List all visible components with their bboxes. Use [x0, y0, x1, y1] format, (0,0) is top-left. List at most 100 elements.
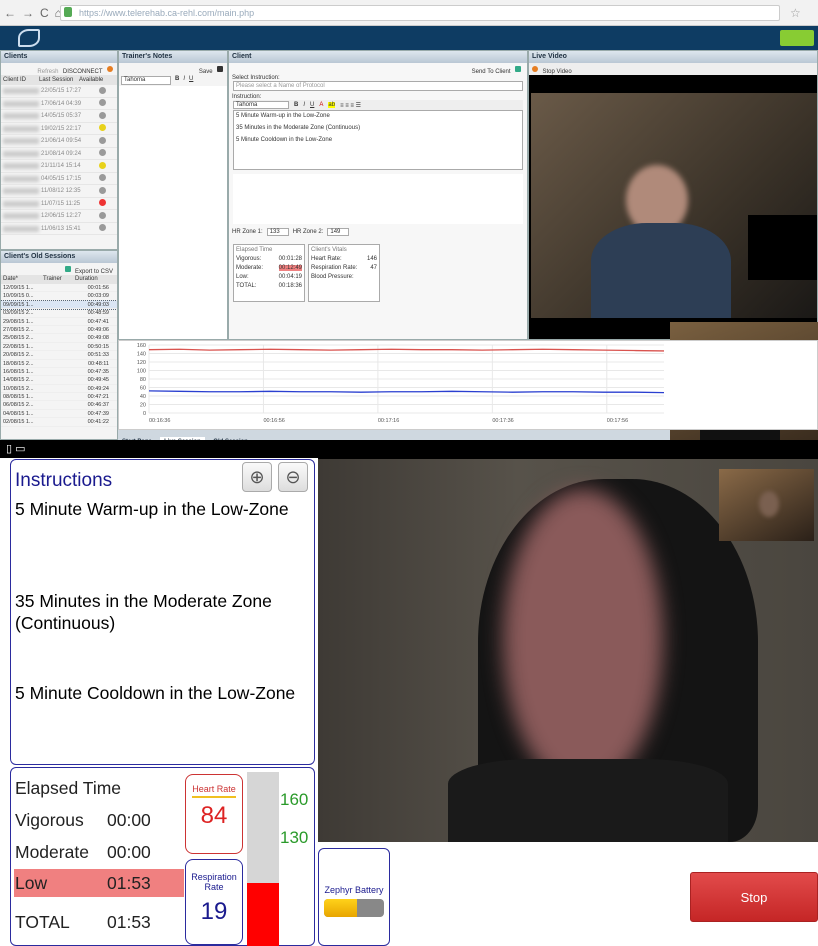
- send-to-client-button[interactable]: Send To Client: [472, 69, 511, 75]
- client-last-session: 14/05/15 05:37: [41, 113, 82, 119]
- battery-label: Zephyr Battery: [324, 885, 384, 895]
- align-icons[interactable]: ≡ ≡ ≡ ☰: [340, 102, 361, 109]
- session-row[interactable]: 20/08/15 2... 00:51:33: [1, 351, 117, 360]
- instruction-select[interactable]: Please select a Name of Protocol: [233, 81, 523, 91]
- bold-icon[interactable]: B: [294, 102, 298, 108]
- session-row[interactable]: 08/08/15 1... 00:47:21: [1, 393, 117, 402]
- layout-toggle-icon[interactable]: [780, 30, 814, 46]
- underline-icon[interactable]: U: [310, 102, 314, 108]
- client-row[interactable]: 04/05/15 17:15: [1, 173, 117, 185]
- bold-icon[interactable]: B: [175, 76, 179, 85]
- clients-table: 22/05/15 17:27 17/06/14 04:39 14/05/15 05:…: [1, 85, 117, 235]
- notes-editor[interactable]: [119, 86, 227, 326]
- save-notes-button[interactable]: Save: [199, 69, 213, 75]
- italic-icon[interactable]: I: [183, 76, 185, 85]
- session-trainer: [43, 284, 73, 291]
- column-header[interactable]: Date*: [1, 275, 41, 284]
- series-line-0: [148, 348, 665, 352]
- address-bar[interactable]: https://www.telerehab.ca-rehl.com/main.p…: [60, 5, 780, 21]
- font-color-icon[interactable]: A: [319, 102, 323, 108]
- column-header[interactable]: Available: [77, 75, 113, 85]
- client-row[interactable]: 11/06/13 15:41: [1, 223, 117, 235]
- highlight-icon[interactable]: ab: [328, 102, 336, 108]
- zoom-in-button[interactable]: ⊕: [242, 462, 272, 492]
- session-duration: 00:47:21: [87, 394, 109, 401]
- availability-icon: [98, 136, 106, 144]
- session-row[interactable]: 14/08/15 2... 00:49:45: [1, 376, 117, 385]
- session-row[interactable]: 29/08/15 1... 00:47:41: [1, 318, 117, 326]
- lock-icon: [64, 7, 72, 17]
- x-tick-label: 00:17:56: [607, 418, 628, 424]
- hr-value: 146: [366, 256, 377, 262]
- instruction-editor[interactable]: 5 Minute Warm-up in the Low-Zone 35 Minu…: [233, 110, 523, 170]
- window-strip: ▯ ▭: [0, 440, 818, 458]
- zoom-out-button[interactable]: ⊖: [278, 462, 308, 492]
- heart-rate-box: Heart Rate 84: [185, 774, 243, 854]
- client-row[interactable]: 21/11/14 15:14: [1, 160, 117, 173]
- availability-icon: [98, 186, 106, 194]
- vigorous-value: 00:00: [107, 810, 151, 830]
- client-id: [3, 225, 39, 232]
- client-row[interactable]: 21/08/14 09:24: [1, 148, 117, 160]
- instructions-panel: Instructions ⊕ ⊖ 5 Minute Warm-up in the…: [10, 459, 315, 765]
- session-date: 04/08/15 1...: [3, 410, 34, 417]
- client-row[interactable]: 22/05/15 17:27: [1, 85, 117, 98]
- moderate-value: 00:12:49: [278, 265, 302, 271]
- client-row[interactable]: 21/06/14 09:54: [1, 135, 117, 148]
- session-row[interactable]: 03/09/15 2... 00:48:59: [1, 309, 117, 318]
- session-row[interactable]: 02/08/15 1... 00:41:22: [1, 418, 117, 427]
- session-row[interactable]: 10/08/15 2... 00:49:24: [1, 385, 117, 394]
- star-icon[interactable]: ☆: [790, 6, 801, 20]
- client-row[interactable]: 11/08/12 12:35: [1, 185, 117, 198]
- client-id: [3, 88, 39, 94]
- client-row[interactable]: 17/06/14 04:39: [1, 98, 117, 110]
- stop-video-button[interactable]: Stop Video: [542, 69, 571, 75]
- session-duration: 00:49:08: [87, 335, 109, 342]
- session-row[interactable]: 18/08/15 2... 00:48:11: [1, 360, 117, 368]
- moderate-label: Moderate: [15, 842, 89, 862]
- session-row[interactable]: 04/08/15 1... 00:47:39: [1, 410, 117, 419]
- session-row[interactable]: 25/08/15 2... 00:49:08: [1, 334, 117, 343]
- client-last-session: 21/11/14 15:14: [41, 163, 81, 169]
- instruction-line: 5 Minute Warm-up in the Low-Zone: [236, 113, 330, 119]
- session-trainer: [43, 385, 73, 392]
- session-duration: 00:47:35: [87, 368, 109, 375]
- column-header[interactable]: Last Session: [37, 75, 77, 85]
- blurred-face: [503, 489, 663, 789]
- column-header[interactable]: Client ID: [1, 75, 37, 85]
- stop-button[interactable]: Stop: [690, 872, 818, 922]
- session-duration: 00:50:15: [87, 343, 109, 350]
- hr-zone2-input[interactable]: 149: [327, 228, 350, 236]
- column-header[interactable]: Trainer: [41, 275, 73, 284]
- session-row[interactable]: 06/08/15 2... 00:46:37: [1, 401, 117, 410]
- italic-icon[interactable]: I: [303, 102, 305, 108]
- client-row[interactable]: 11/07/15 11:25: [1, 198, 117, 210]
- y-tick-label: 60: [140, 386, 146, 392]
- session-trainer: [43, 401, 73, 408]
- hr-zone1-input[interactable]: 133: [266, 228, 289, 236]
- client-last-session: 21/08/14 09:24: [41, 150, 82, 157]
- session-date: 29/08/15 1...: [3, 318, 34, 325]
- session-row[interactable]: 09/09/15 1... 00:49:03: [1, 299, 117, 311]
- client-row[interactable]: 12/06/15 12:27: [1, 210, 117, 223]
- low-value: 00:04:19: [278, 274, 302, 280]
- session-row[interactable]: 12/09/15 1... 00:01:56: [1, 284, 117, 293]
- underline-icon[interactable]: U: [189, 76, 193, 85]
- battery-icon: [324, 899, 384, 917]
- client-row[interactable]: 14/05/15 05:37: [1, 110, 117, 123]
- browser-nav-icons[interactable]: ←→C⌂: [4, 6, 68, 20]
- instruction-font-select[interactable]: Tahoma: [233, 101, 289, 109]
- notes-font-select[interactable]: Tahoma: [121, 76, 171, 85]
- client-row[interactable]: 19/02/15 22:17: [1, 123, 117, 135]
- session-row[interactable]: 27/08/15 2... 00:49:06: [1, 326, 117, 335]
- client-id: [3, 138, 39, 144]
- instructions-title: Instructions: [15, 470, 113, 491]
- client-id: [3, 213, 39, 219]
- column-header[interactable]: Duration: [73, 275, 113, 284]
- live-video-title: Live Video: [529, 51, 817, 63]
- client-pip-video: [719, 469, 814, 541]
- session-row[interactable]: 10/09/15 0... 00:03:09: [1, 292, 117, 301]
- session-row[interactable]: 22/08/15 1... 00:50:15: [1, 343, 117, 352]
- hr-label: Heart Rate:: [311, 256, 342, 262]
- session-row[interactable]: 16/08/15 1... 00:47:35: [1, 368, 117, 377]
